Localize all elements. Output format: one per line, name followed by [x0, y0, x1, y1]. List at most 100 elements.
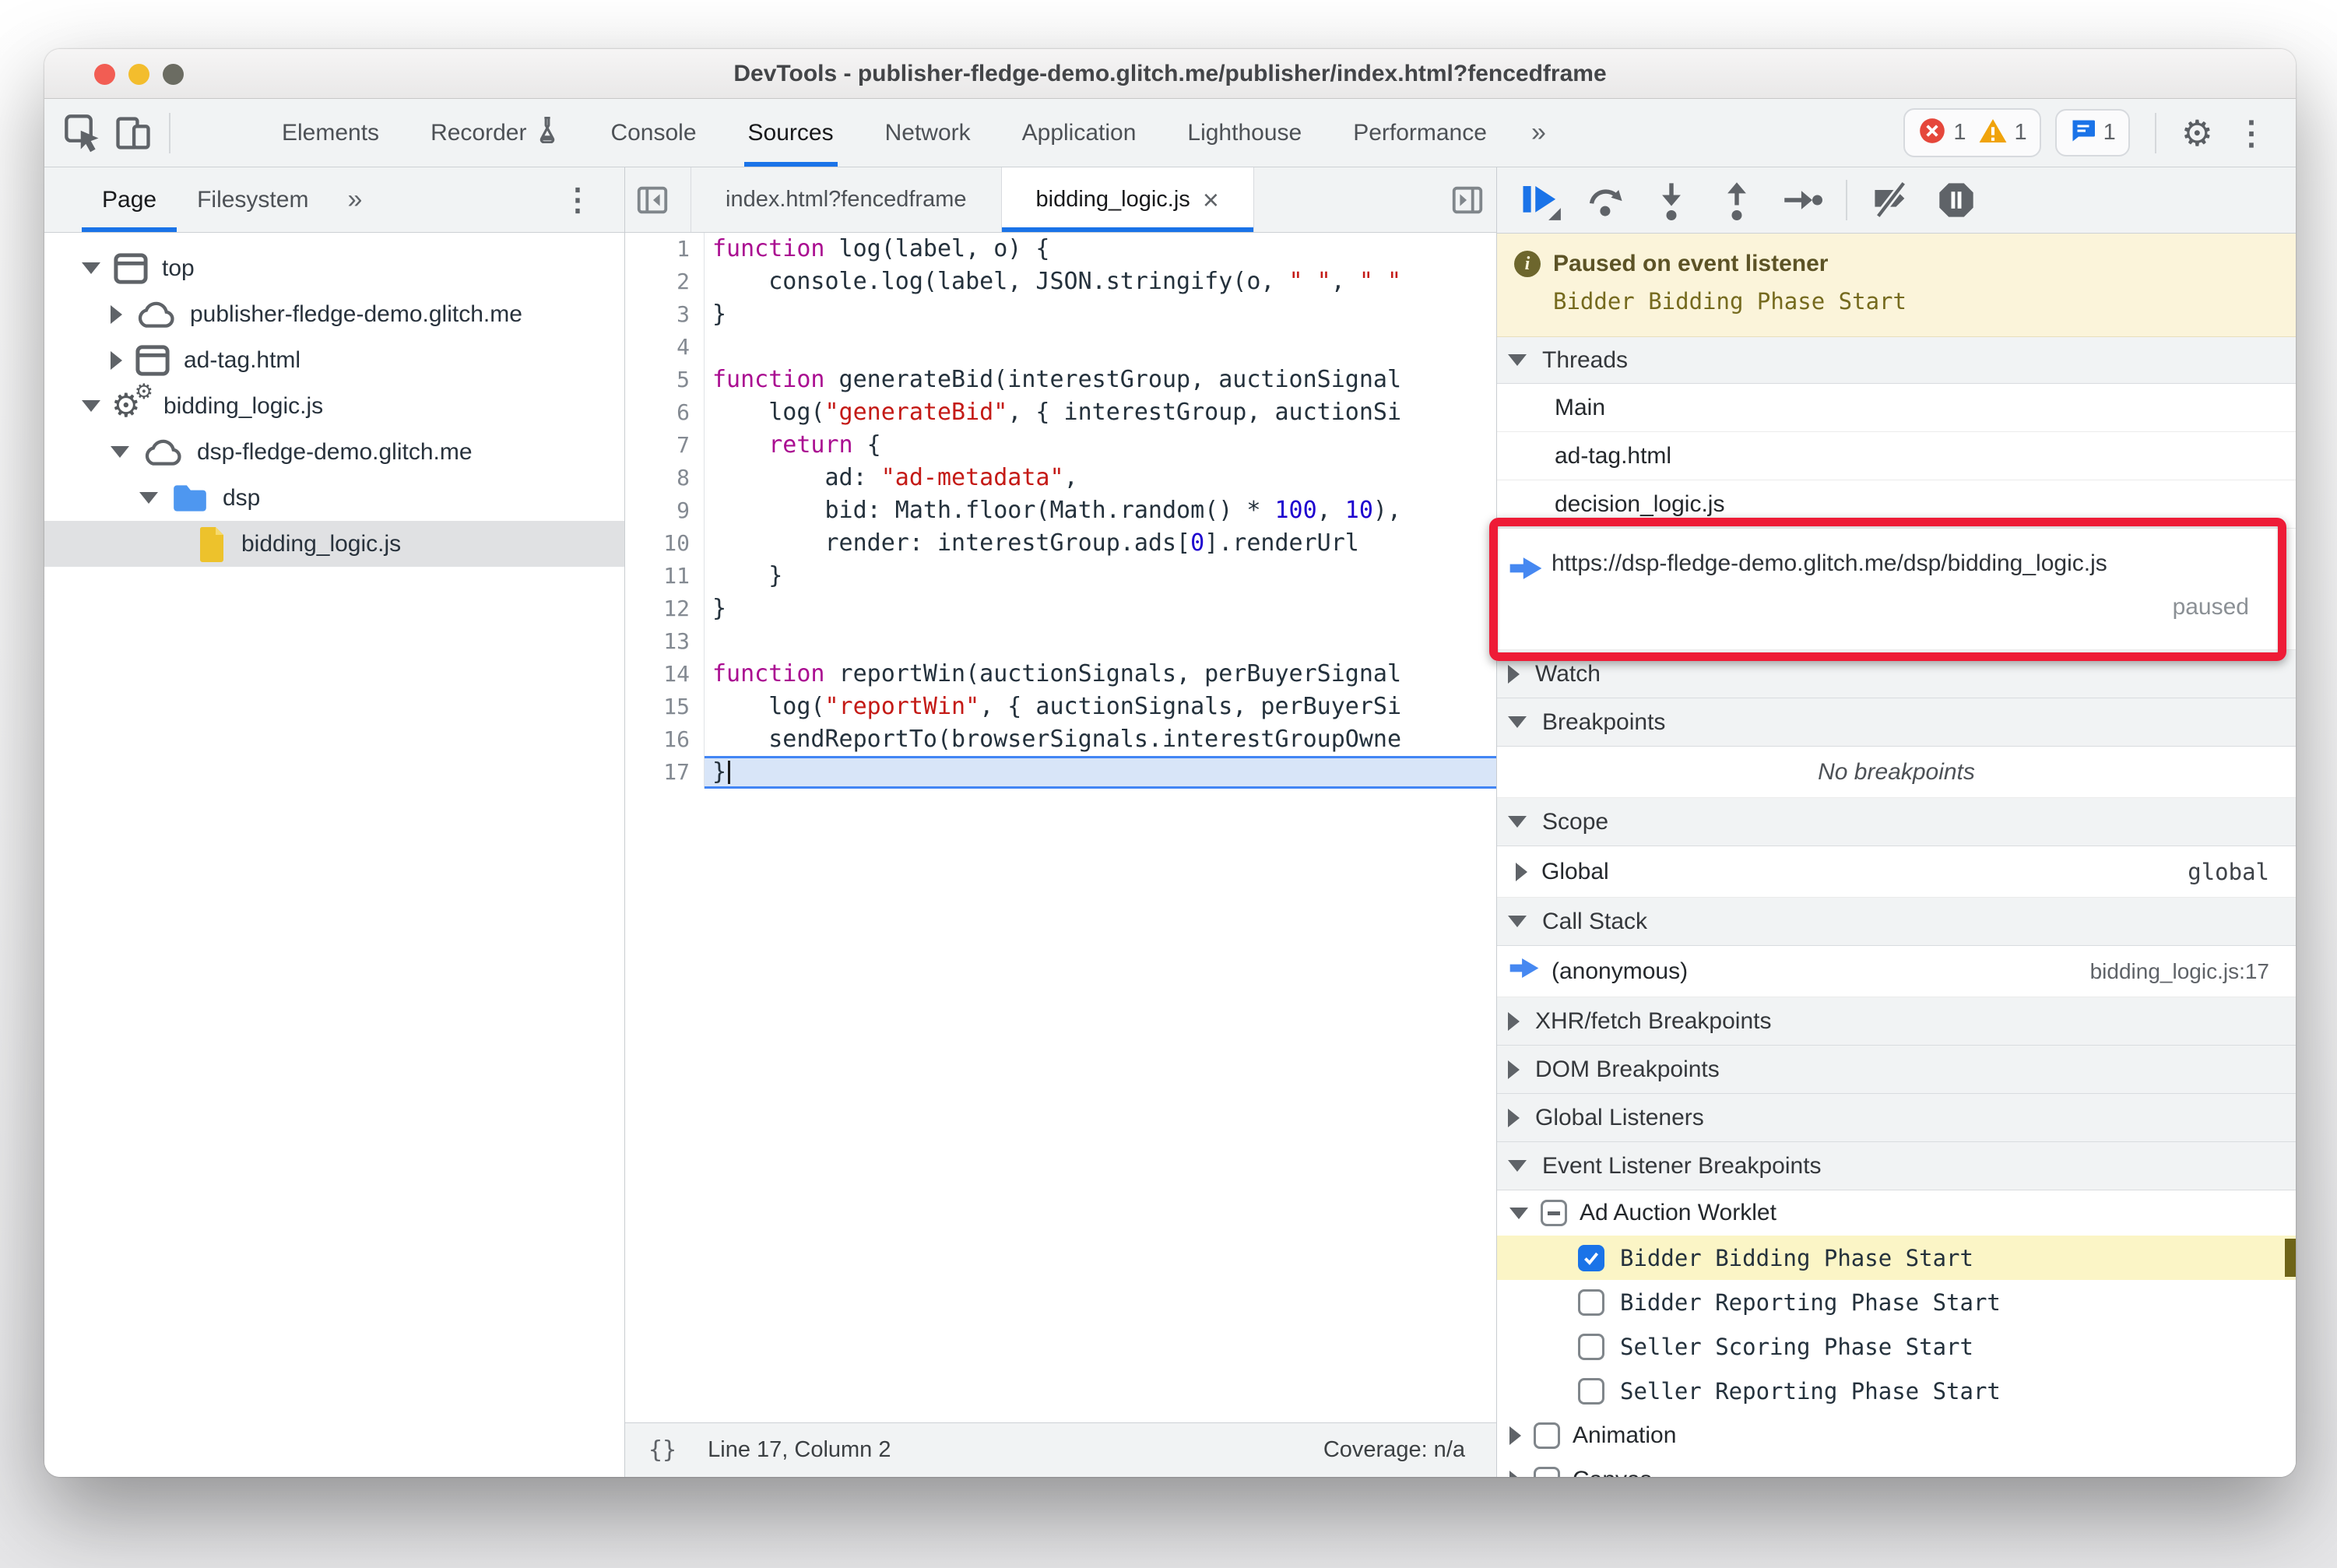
chevron-down-icon[interactable]	[111, 446, 129, 458]
unchecked-checkbox[interactable]	[1534, 1466, 1560, 1477]
code-text[interactable]: sendReportTo(browserSignals.interestGrou…	[705, 723, 1496, 756]
settings-gear-icon[interactable]: ⚙	[2181, 115, 2213, 151]
thread-main[interactable]: Main	[1497, 384, 2296, 432]
editor-tab-index-html[interactable]: index.html?fencedframe	[691, 167, 1002, 232]
tree-item-dsp-domain[interactable]: dsp-fledge-demo.glitch.me	[44, 429, 624, 475]
tab-elements[interactable]: Elements	[256, 99, 405, 167]
checked-checkbox[interactable]	[1578, 1244, 1604, 1271]
line-number[interactable]: 11	[625, 560, 705, 592]
line-number[interactable]: 2	[625, 265, 705, 298]
xhr-breakpoints-section-header[interactable]: XHR/fetch Breakpoints	[1497, 997, 2296, 1046]
code-line[interactable]: 12}	[625, 592, 1496, 625]
code-text[interactable]: }	[705, 756, 1496, 789]
code-text[interactable]: }	[705, 560, 1496, 592]
step-into-icon[interactable]	[1639, 180, 1704, 220]
line-number[interactable]: 13	[625, 625, 705, 658]
line-number[interactable]: 14	[625, 658, 705, 691]
zoom-window-icon[interactable]	[163, 64, 184, 85]
elb-item-seller-reporting-phase-start[interactable]: Seller Reporting Phase Start	[1497, 1369, 2296, 1413]
code-text[interactable]: log("reportWin", { auctionSignals, perBu…	[705, 691, 1496, 723]
elb-item-bidder-reporting-phase-start[interactable]: Bidder Reporting Phase Start	[1497, 1280, 2296, 1324]
code-text[interactable]	[705, 331, 1496, 364]
issues-badge[interactable]: 1	[2054, 109, 2130, 156]
threads-section-header[interactable]: Threads	[1497, 337, 2296, 384]
tree-item-top[interactable]: top	[44, 245, 624, 291]
code-text[interactable]	[705, 625, 1496, 658]
resume-script-icon[interactable]	[1508, 179, 1573, 221]
line-number[interactable]: 3	[625, 298, 705, 331]
chevron-right-icon[interactable]	[111, 350, 122, 370]
tree-item-dsp-folder[interactable]: dsp	[44, 475, 624, 521]
tab-application[interactable]: Application	[996, 99, 1162, 167]
code-text[interactable]: function reportWin(auctionSignals, perBu…	[705, 658, 1496, 691]
frame-location[interactable]: bidding_logic.js:17	[2090, 959, 2269, 984]
code-text[interactable]: }	[705, 592, 1496, 625]
call-stack-frame[interactable]: (anonymous) bidding_logic.js:17	[1497, 946, 2296, 997]
thread-bidding-logic-current[interactable]: https://dsp-fledge-demo.glitch.me/dsp/bi…	[1497, 529, 2296, 650]
elb-category-animation[interactable]: Animation	[1497, 1413, 2296, 1457]
editor-tab-bidding-logic[interactable]: bidding_logic.js ×	[1001, 167, 1254, 232]
step-out-icon[interactable]	[1704, 180, 1769, 220]
code-text[interactable]: return {	[705, 429, 1496, 462]
line-number[interactable]: 17	[625, 756, 705, 789]
tab-page[interactable]: Page	[82, 167, 177, 232]
code-line[interactable]: 17}	[625, 756, 1496, 789]
watch-section-header[interactable]: Watch	[1497, 650, 2296, 698]
pause-on-exceptions-icon[interactable]	[1924, 180, 1989, 220]
code-line[interactable]: 11 }	[625, 560, 1496, 592]
chevron-down-icon[interactable]	[82, 400, 100, 412]
tab-lighthouse[interactable]: Lighthouse	[1161, 99, 1327, 167]
scope-section-header[interactable]: Scope	[1497, 798, 2296, 846]
elb-item-bidder-bidding-phase-start[interactable]: Bidder Bidding Phase Start	[1497, 1236, 2296, 1280]
code-line[interactable]: 1 function log(label, o) {	[625, 233, 1496, 265]
navigator-kebab-icon[interactable]: ⋮	[562, 182, 593, 218]
line-number[interactable]: 1	[625, 233, 705, 265]
code-line[interactable]: 4	[625, 331, 1496, 364]
scope-global-row[interactable]: Global global	[1497, 846, 2296, 898]
elb-category-ad-auction-worklet[interactable]: Ad Auction Worklet	[1497, 1190, 2296, 1236]
tree-item-bidding-logic-file[interactable]: bidding_logic.js	[44, 521, 624, 567]
errors-warnings-badge[interactable]: 1 1	[1903, 108, 2041, 157]
code-text[interactable]: function log(label, o) {	[705, 233, 1496, 265]
close-tab-icon[interactable]: ×	[1203, 185, 1219, 214]
step-over-icon[interactable]	[1573, 180, 1639, 220]
code-text[interactable]: function generateBid(interestGroup, auct…	[705, 364, 1496, 396]
line-number[interactable]: 16	[625, 723, 705, 756]
line-number[interactable]: 10	[625, 527, 705, 560]
dom-breakpoints-section-header[interactable]: DOM Breakpoints	[1497, 1046, 2296, 1094]
tree-item-publisher-domain[interactable]: publisher-fledge-demo.glitch.me	[44, 291, 624, 337]
line-number[interactable]: 7	[625, 429, 705, 462]
more-navigator-tabs-icon[interactable]: »	[329, 185, 381, 215]
line-number[interactable]: 4	[625, 331, 705, 364]
pretty-print-icon[interactable]: {}	[648, 1436, 676, 1464]
minimize-window-icon[interactable]	[128, 64, 149, 85]
code-line[interactable]: 16 sendReportTo(browserSignals.interestG…	[625, 723, 1496, 756]
tab-console[interactable]: Console	[585, 99, 722, 167]
chevron-right-icon[interactable]	[1516, 862, 1527, 881]
deactivate-breakpoints-icon[interactable]	[1858, 180, 1924, 220]
chevron-right-icon[interactable]	[1509, 1426, 1521, 1445]
tab-network[interactable]: Network	[859, 99, 996, 167]
main-menu-kebab-icon[interactable]: ⋮	[2227, 116, 2276, 149]
code-line[interactable]: 5 function generateBid(interestGroup, auc…	[625, 364, 1496, 396]
unchecked-checkbox[interactable]	[1578, 1289, 1604, 1316]
code-text[interactable]: }	[705, 298, 1496, 331]
more-tabs-icon[interactable]: »	[1513, 99, 1565, 167]
code-line[interactable]: 14 function reportWin(auctionSignals, per…	[625, 658, 1496, 691]
line-number[interactable]: 8	[625, 462, 705, 494]
inspect-element-icon[interactable]	[58, 108, 108, 158]
code-text[interactable]: bid: Math.floor(Math.random() * 100, 10)…	[705, 494, 1496, 527]
code-text[interactable]: render: interestGroup.ads[0].renderUrl	[705, 527, 1496, 560]
unchecked-checkbox[interactable]	[1578, 1377, 1604, 1405]
elb-category-canvas[interactable]: Canvas	[1497, 1457, 2296, 1477]
unchecked-checkbox[interactable]	[1578, 1333, 1604, 1360]
tab-recorder[interactable]: Recorder	[405, 99, 585, 167]
panel-left-toggle-icon[interactable]	[625, 167, 680, 232]
line-number[interactable]: 6	[625, 396, 705, 429]
elb-item-seller-scoring-phase-start[interactable]: Seller Scoring Phase Start	[1497, 1324, 2296, 1369]
line-number[interactable]: 12	[625, 592, 705, 625]
global-listeners-section-header[interactable]: Global Listeners	[1497, 1094, 2296, 1142]
thread-ad-tag[interactable]: ad-tag.html	[1497, 432, 2296, 480]
code-line[interactable]: 7 return {	[625, 429, 1496, 462]
line-number[interactable]: 15	[625, 691, 705, 723]
